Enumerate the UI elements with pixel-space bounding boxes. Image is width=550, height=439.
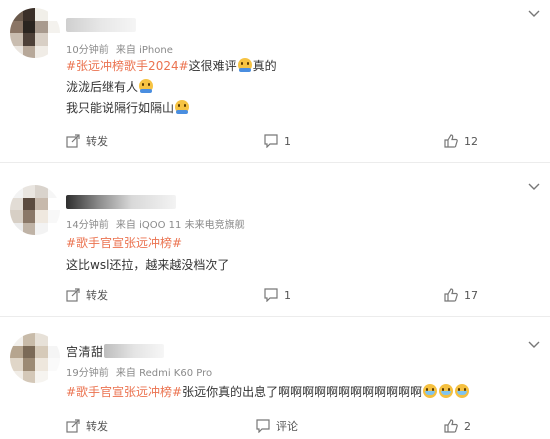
topic-tag-link[interactable]: #张远冲榜歌手2024#	[66, 59, 189, 73]
comment-item: 10分钟前 来自 iPhone #张远冲榜歌手2024#这很难评 真的 泷泷后继有…	[0, 0, 550, 130]
comment-text: 这比wsl还拉，越来越没档次了	[66, 258, 230, 272]
cry-emoji-icon	[455, 384, 470, 398]
like-count: 12	[464, 134, 478, 148]
cry-emoji-icon	[439, 384, 454, 398]
share-label: 转发	[86, 135, 108, 148]
share-icon	[66, 288, 80, 302]
comment-item: 宫清甜 19分钟前 来自 Redmi K60 Pro #歌手官宣张远冲榜#张远你…	[0, 317, 550, 405]
comment-source: 来自 iPhone	[115, 45, 173, 56]
like-icon	[444, 288, 458, 302]
comment-actions: 转发 评论 2	[0, 416, 550, 436]
comment-line: #歌手官宣张远冲榜#	[66, 234, 182, 251]
share-label: 转发	[86, 289, 108, 302]
chevron-down-icon[interactable]	[528, 183, 540, 191]
hug-emoji-icon	[175, 100, 190, 114]
username-blurred[interactable]	[66, 18, 136, 32]
avatar[interactable]	[10, 185, 60, 235]
comment-line: #张远冲榜歌手2024#这很难评 真的	[66, 57, 277, 74]
comment-line: 泷泷后继有人	[66, 78, 154, 95]
share-label: 转发	[86, 420, 108, 433]
like-button[interactable]: 12	[444, 131, 478, 151]
comment-count: 1	[284, 134, 291, 148]
comment-actions: 转发 1 12	[0, 131, 550, 151]
username-blurred[interactable]	[66, 195, 176, 209]
share-button[interactable]: 转发	[66, 416, 108, 436]
comment-time: 19分钟前	[66, 368, 109, 379]
cry-emoji-icon	[423, 384, 438, 398]
comment-meta: 10分钟前 来自 iPhone	[66, 41, 177, 56]
comment-button[interactable]: 评论	[256, 416, 298, 436]
comment-line: 我只能说隔行如隔山	[66, 99, 190, 116]
like-icon	[444, 134, 458, 148]
share-icon	[66, 419, 80, 433]
hug-emoji-icon	[237, 58, 252, 72]
chevron-down-icon[interactable]	[528, 10, 540, 18]
comment-time: 14分钟前	[66, 220, 109, 231]
comment-line: 这比wsl还拉，越来越没档次了	[66, 256, 229, 273]
comment-actions: 转发 1 17	[0, 285, 550, 305]
comment-meta: 19分钟前 来自 Redmi K60 Pro	[66, 364, 216, 379]
topic-tag-link[interactable]: #歌手官宣张远冲榜#	[66, 385, 182, 399]
share-icon	[66, 134, 80, 148]
username-blurred	[104, 344, 164, 358]
comment-text: 张远你真的出息了啊啊啊啊啊啊啊啊啊啊啊啊	[182, 385, 423, 399]
comment-text: 真的	[252, 59, 277, 73]
like-button[interactable]: 2	[444, 416, 471, 436]
comment-item: 14分钟前 来自 iQOO 11 未来电竞旗舰 #歌手官宣张远冲榜# 这比wsl…	[0, 163, 550, 283]
comment-meta: 14分钟前 来自 iQOO 11 未来电竞旗舰	[66, 216, 249, 231]
like-count: 2	[464, 419, 471, 433]
topic-tag-link[interactable]: #歌手官宣张远冲榜#	[66, 236, 182, 250]
hug-emoji-icon	[139, 79, 154, 93]
like-icon	[444, 419, 458, 433]
comment-button[interactable]: 1	[264, 285, 291, 305]
comment-icon	[264, 134, 278, 148]
like-button[interactable]: 17	[444, 285, 478, 305]
comment-text: 泷泷后继有人	[66, 80, 139, 94]
comment-button[interactable]: 1	[264, 131, 291, 151]
comment-text: 这很难评	[188, 59, 237, 73]
username[interactable]: 宫清甜	[66, 343, 104, 360]
comment-source: 来自 iQOO 11 未来电竞旗舰	[115, 220, 245, 231]
comment-source: 来自 Redmi K60 Pro	[115, 368, 213, 379]
share-button[interactable]: 转发	[66, 285, 108, 305]
comment-text: 我只能说隔行如隔山	[66, 101, 175, 115]
chevron-down-icon[interactable]	[528, 341, 540, 349]
comment-time: 10分钟前	[66, 45, 109, 56]
like-count: 17	[464, 288, 478, 302]
comment-icon	[256, 419, 270, 433]
comment-label: 评论	[276, 420, 298, 433]
avatar[interactable]	[10, 8, 60, 58]
comment-icon	[264, 288, 278, 302]
avatar[interactable]	[10, 333, 60, 383]
comment-count: 1	[284, 288, 291, 302]
comment-line: #歌手官宣张远冲榜#张远你真的出息了啊啊啊啊啊啊啊啊啊啊啊啊	[66, 383, 470, 400]
share-button[interactable]: 转发	[66, 131, 108, 151]
